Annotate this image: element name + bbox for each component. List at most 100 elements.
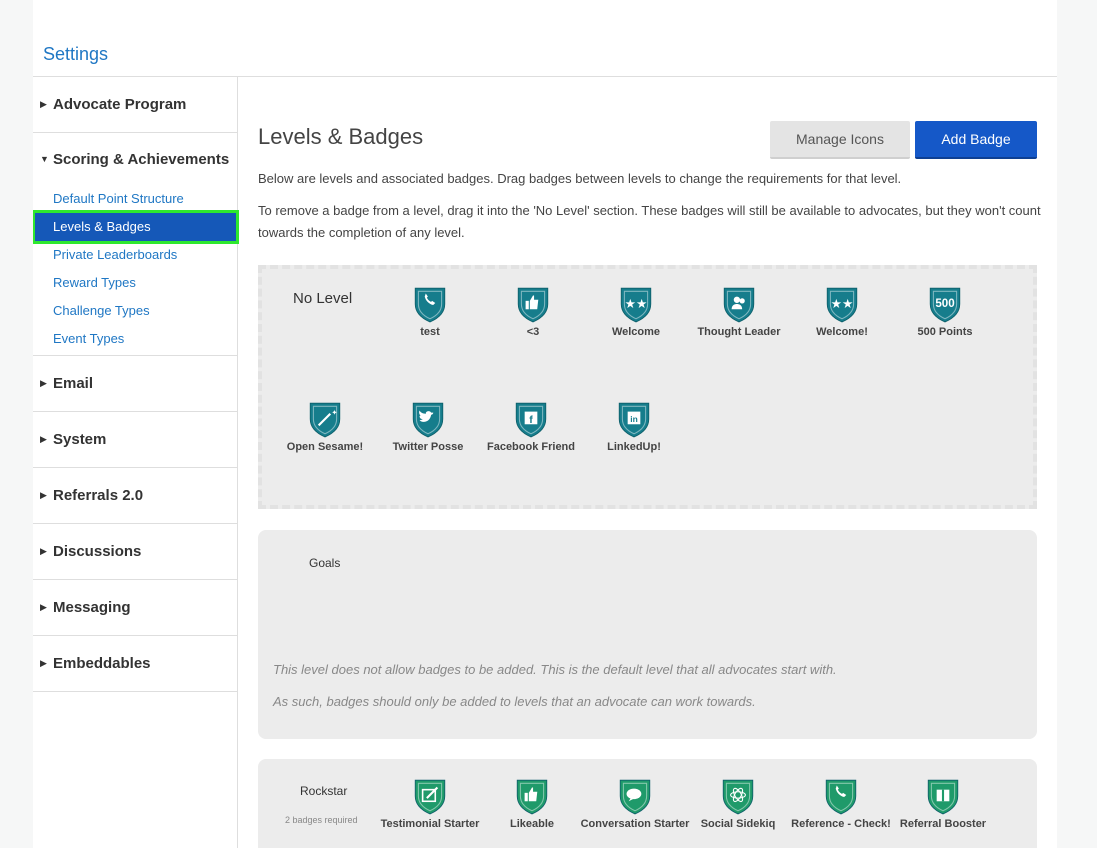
badges-required: 2 badges required bbox=[285, 815, 358, 825]
badge-label: <3 bbox=[526, 326, 540, 338]
badge-label: Social Sidekiq bbox=[700, 818, 776, 830]
sidebar-item-reward-types[interactable]: Reward Types bbox=[33, 269, 237, 297]
badge-label: Likeable bbox=[509, 818, 555, 830]
badge-label: Testimonial Starter bbox=[380, 818, 480, 830]
badge-atom[interactable]: Social Sidekiq bbox=[683, 777, 793, 831]
badge-label: Conversation Starter bbox=[580, 818, 690, 830]
sidebar-section-label: Referrals 2.0 bbox=[53, 487, 144, 504]
badge-chat[interactable]: Conversation Starter bbox=[580, 777, 690, 831]
magic-wand-icon: ✦ bbox=[270, 400, 380, 438]
caret-right-icon: ▶ bbox=[40, 602, 47, 612]
caret-right-icon: ▶ bbox=[40, 490, 47, 500]
sidebar-section-label: Scoring & Achievements bbox=[53, 150, 230, 168]
badge-label: Welcome! bbox=[816, 326, 868, 338]
svg-text:500: 500 bbox=[935, 297, 954, 310]
sidebar-section-system[interactable]: ▶ System bbox=[33, 412, 237, 468]
badge-phone[interactable]: Reference - Check! bbox=[786, 777, 896, 831]
sidebar-section-messaging[interactable]: ▶ Messaging bbox=[33, 580, 237, 636]
twitter-icon bbox=[373, 400, 483, 438]
sidebar-head[interactable]: ▶ Advocate Program bbox=[33, 77, 237, 132]
svg-text:f: f bbox=[529, 414, 533, 426]
add-badge-button[interactable]: Add Badge bbox=[915, 121, 1037, 159]
gift-icon bbox=[888, 777, 998, 815]
manage-icons-button[interactable]: Manage Icons bbox=[770, 121, 910, 159]
caret-right-icon: ▶ bbox=[40, 658, 47, 668]
badge-500[interactable]: 500 500 Points bbox=[890, 285, 1000, 339]
badge-label: Twitter Posse bbox=[392, 441, 464, 453]
badge-label: Open Sesame! bbox=[286, 441, 364, 453]
badge-phone[interactable]: test bbox=[375, 285, 485, 339]
stars-icon: ★★ bbox=[787, 285, 897, 323]
sidebar-section-email[interactable]: ▶ Email bbox=[33, 356, 237, 412]
badge-magic-wand[interactable]: ✦ Open Sesame! bbox=[270, 400, 380, 454]
badge-people[interactable]: Thought Leader bbox=[684, 285, 794, 339]
sidebar-head[interactable]: ▶ Email bbox=[33, 356, 237, 411]
sidebar-section-scoring[interactable]: ▼ Scoring & Achievements Default Point St… bbox=[33, 133, 239, 356]
people-icon bbox=[684, 285, 794, 323]
badge-linkedin[interactable]: in LinkedUp! bbox=[579, 400, 689, 454]
rockstar-panel[interactable]: Rockstar 2 badges required Testimonial S… bbox=[258, 759, 1037, 848]
caret-right-icon: ▶ bbox=[40, 434, 47, 444]
sidebar-head[interactable]: ▶ Embeddables bbox=[33, 636, 237, 691]
sidebar-item-event-types[interactable]: Event Types bbox=[33, 325, 237, 353]
sidebar-head[interactable]: ▶ Referrals 2.0 bbox=[33, 468, 237, 523]
goals-note-1: This level does not allow badges to be a… bbox=[273, 662, 837, 677]
sidebar-head[interactable]: ▶ Messaging bbox=[33, 580, 237, 635]
pencil-icon bbox=[375, 777, 485, 815]
badge-twitter[interactable]: Twitter Posse bbox=[373, 400, 483, 454]
badge-label: LinkedUp! bbox=[607, 441, 661, 453]
top-bar: Settings bbox=[33, 0, 1057, 77]
phone-icon bbox=[375, 285, 485, 323]
badge-label: Thought Leader bbox=[697, 326, 781, 338]
description-2: To remove a badge from a level, drag it … bbox=[258, 203, 1041, 240]
badge-label: Facebook Friend bbox=[486, 441, 576, 453]
level-name: Goals bbox=[309, 556, 341, 570]
sidebar-item-challenge-types[interactable]: Challenge Types bbox=[33, 297, 237, 325]
stars-icon: ★★ bbox=[581, 285, 691, 323]
sidebar: ▶ Advocate Program ▼ Scoring & Achievement… bbox=[33, 77, 239, 848]
linkedin-icon: in bbox=[579, 400, 689, 438]
sidebar-section-label: Messaging bbox=[53, 599, 131, 616]
sidebar-section-label: Advocate Program bbox=[53, 96, 187, 113]
caret-down-icon: ▼ bbox=[40, 154, 49, 164]
sidebar-head[interactable]: ▶ Discussions bbox=[33, 524, 237, 579]
badge-facebook[interactable]: f Facebook Friend bbox=[476, 400, 586, 454]
caret-right-icon: ▶ bbox=[40, 378, 47, 388]
sidebar-item-private-leaderboards[interactable]: Private Leaderboards bbox=[33, 241, 237, 269]
sidebar-head[interactable]: ▼ Scoring & Achievements bbox=[33, 133, 237, 185]
atom-icon bbox=[683, 777, 793, 815]
sidebar-section-label: Embeddables bbox=[53, 655, 151, 672]
goals-panel[interactable]: Goals This level does not allow badges t… bbox=[258, 530, 1037, 739]
500-icon: 500 bbox=[890, 285, 1000, 323]
sidebar-submenu: Default Point Structure Levels & Badges … bbox=[33, 185, 239, 355]
level-name: No Level bbox=[293, 290, 353, 307]
svg-text:★★: ★★ bbox=[625, 297, 648, 311]
sidebar-section-embeddables[interactable]: ▶ Embeddables bbox=[33, 636, 237, 692]
svg-text:✦: ✦ bbox=[331, 408, 337, 417]
badge-thumbs-up[interactable]: <3 bbox=[478, 285, 588, 339]
svg-text:★★: ★★ bbox=[831, 297, 854, 311]
facebook-icon: f bbox=[476, 400, 586, 438]
badge-stars[interactable]: ★★ Welcome bbox=[581, 285, 691, 339]
badge-pencil[interactable]: Testimonial Starter bbox=[375, 777, 485, 831]
sidebar-section-referrals[interactable]: ▶ Referrals 2.0 bbox=[33, 468, 237, 524]
thumbs-up-icon bbox=[477, 777, 587, 815]
badge-gift[interactable]: Referral Booster bbox=[888, 777, 998, 831]
sidebar-item-default-point-structure[interactable]: Default Point Structure bbox=[33, 185, 237, 213]
no-level-panel[interactable]: No Level test <3 ★★ Welcome Thought Lead… bbox=[258, 265, 1037, 509]
sidebar-section-discussions[interactable]: ▶ Discussions bbox=[33, 524, 237, 580]
description-1: Below are levels and associated badges. … bbox=[258, 171, 902, 186]
caret-right-icon: ▶ bbox=[40, 546, 47, 556]
thumbs-up-icon bbox=[478, 285, 588, 323]
badge-stars[interactable]: ★★ Welcome! bbox=[787, 285, 897, 339]
section-heading: Levels & Badges bbox=[258, 124, 424, 149]
badge-label: Referral Booster bbox=[899, 818, 987, 830]
sidebar-head[interactable]: ▶ System bbox=[33, 412, 237, 467]
sidebar-section-label: System bbox=[53, 431, 107, 448]
badge-thumbs-up[interactable]: Likeable bbox=[477, 777, 587, 831]
sidebar-section-advocate-program[interactable]: ▶ Advocate Program bbox=[33, 77, 237, 133]
sidebar-item-levels-badges[interactable]: Levels & Badges bbox=[33, 210, 239, 244]
chat-icon bbox=[580, 777, 690, 815]
badge-label: test bbox=[420, 326, 440, 338]
sidebar-section-label: Email bbox=[53, 375, 94, 392]
